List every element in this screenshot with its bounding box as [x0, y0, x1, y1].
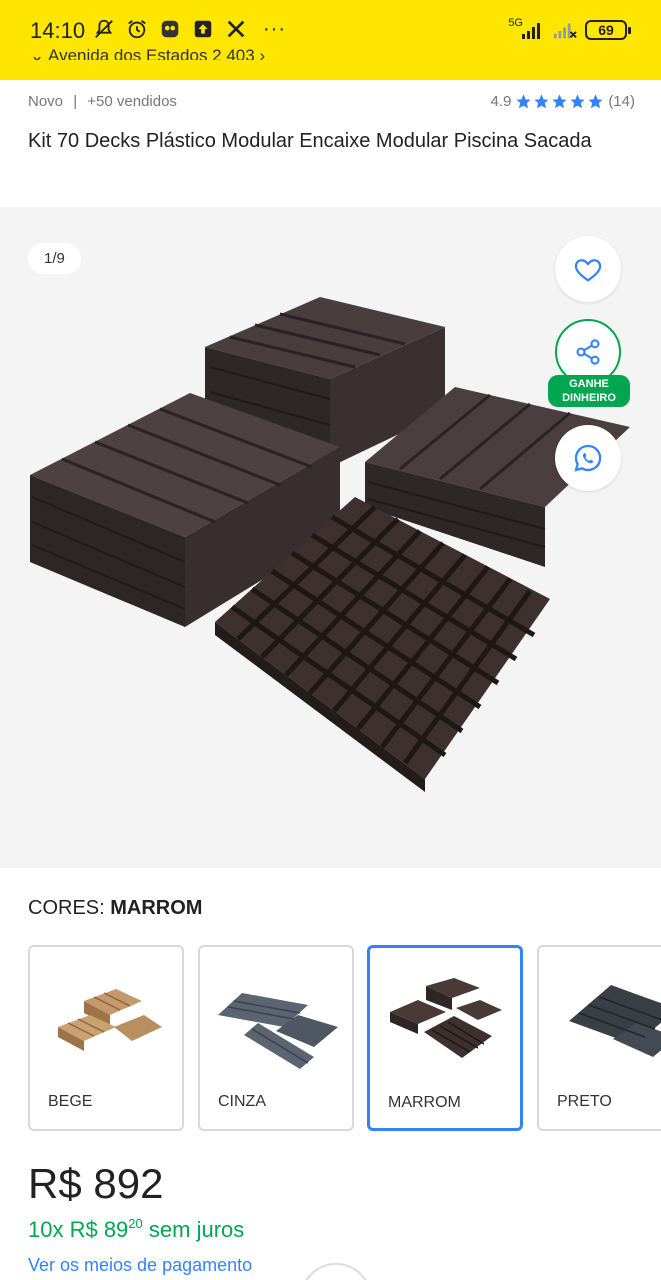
- colors-label: CORES: MARROM: [28, 897, 202, 920]
- colors-title: CORES:: [28, 897, 105, 919]
- status-time: 14:10: [30, 18, 86, 43]
- color-variants: BEGE CINZA MARROM PRETO: [28, 945, 661, 1133]
- variant-label: BEGE: [48, 1093, 93, 1110]
- battery-icon: 69: [585, 20, 631, 40]
- status-right: 5G 69: [508, 17, 631, 42]
- selected-color: MARROM: [110, 897, 203, 919]
- address-text: Avenida dos Estados 2 403: [48, 46, 255, 60]
- payment-methods-link[interactable]: Ver os meios de pagamento: [28, 1255, 252, 1276]
- floating-button[interactable]: [300, 1263, 372, 1280]
- image-counter: 1/9: [28, 243, 81, 274]
- variant-cinza[interactable]: CINZA: [198, 945, 354, 1131]
- product-title: Kit 70 Decks Plástico Modular Encaixe Mo…: [28, 130, 592, 152]
- variant-image-marrom: [390, 978, 502, 1058]
- variant-image-preto: [569, 985, 661, 1057]
- variant-bege[interactable]: BEGE: [28, 945, 184, 1131]
- star-icon: [588, 93, 603, 108]
- x-icon: [224, 17, 248, 41]
- product-condition: Novo | +50 vendidos: [28, 93, 183, 110]
- favorite-button[interactable]: [555, 236, 621, 302]
- rating-stars: [515, 93, 604, 110]
- share-badge-line2: DINHEIRO: [562, 392, 616, 404]
- variant-preto[interactable]: PRETO: [537, 945, 661, 1131]
- variant-marrom[interactable]: MARROM: [367, 945, 523, 1131]
- rating-value: 4.9: [490, 92, 512, 110]
- status-bar: 14:10 ··· 5G 69 ⌄ Avenida dos Estados 2 …: [0, 0, 661, 80]
- variant-label: CINZA: [218, 1093, 266, 1110]
- installments-suffix: sem juros: [148, 1217, 245, 1242]
- mute-icon: [92, 17, 116, 41]
- variant-image-bege: [58, 989, 162, 1051]
- share-earn-button[interactable]: GANHE DINHEIRO: [548, 319, 630, 409]
- star-icon: [534, 93, 549, 108]
- sold-count: +50 vendidos: [87, 92, 177, 110]
- whatsapp-icon: [574, 444, 602, 472]
- price: R$ 892: [28, 1160, 164, 1207]
- more-notifications-icon: ···: [263, 17, 286, 40]
- network-label: 5G: [508, 17, 523, 29]
- product-image: [30, 297, 630, 792]
- battery-level: 69: [598, 22, 614, 38]
- address-bar[interactable]: ⌄ Avenida dos Estados 2 403 ›: [30, 46, 265, 60]
- upload-icon: [191, 17, 215, 41]
- signal-icon: [521, 18, 545, 42]
- installments-cents: 20: [128, 1216, 143, 1231]
- chevron-down-icon: ⌄: [30, 46, 49, 60]
- status-icons: ···: [92, 17, 286, 41]
- product-meta: Novo | +50 vendidos 4.9 (14): [28, 90, 635, 112]
- share-badge: GANHE DINHEIRO: [548, 375, 630, 407]
- star-icon: [516, 93, 531, 108]
- whatsapp-share-button[interactable]: [555, 425, 621, 491]
- meta-separator: |: [73, 92, 78, 110]
- product-gallery[interactable]: 1/9 GANHE DINHEIRO: [0, 207, 661, 868]
- review-count: (14): [608, 92, 635, 110]
- star-icon: [552, 93, 567, 108]
- variant-label: PRETO: [557, 1093, 612, 1110]
- variant-label: MARROM: [388, 1094, 461, 1111]
- signal-weak-icon: [553, 18, 577, 42]
- chevron-right-icon: ›: [254, 46, 266, 60]
- star-icon: [570, 93, 585, 108]
- installments-amount: 10x R$ 89: [28, 1217, 129, 1242]
- condition-label: Novo: [28, 92, 64, 110]
- variant-image-cinza: [218, 993, 338, 1069]
- owl-icon: [158, 17, 182, 41]
- installments: 10x R$ 8920 sem juros: [28, 1216, 244, 1243]
- share-icon: [576, 339, 600, 365]
- share-badge-line1: GANHE: [569, 378, 609, 390]
- rating-summary[interactable]: 4.9 (14): [490, 93, 635, 110]
- heart-icon: [574, 259, 602, 282]
- alarm-icon: [125, 17, 149, 41]
